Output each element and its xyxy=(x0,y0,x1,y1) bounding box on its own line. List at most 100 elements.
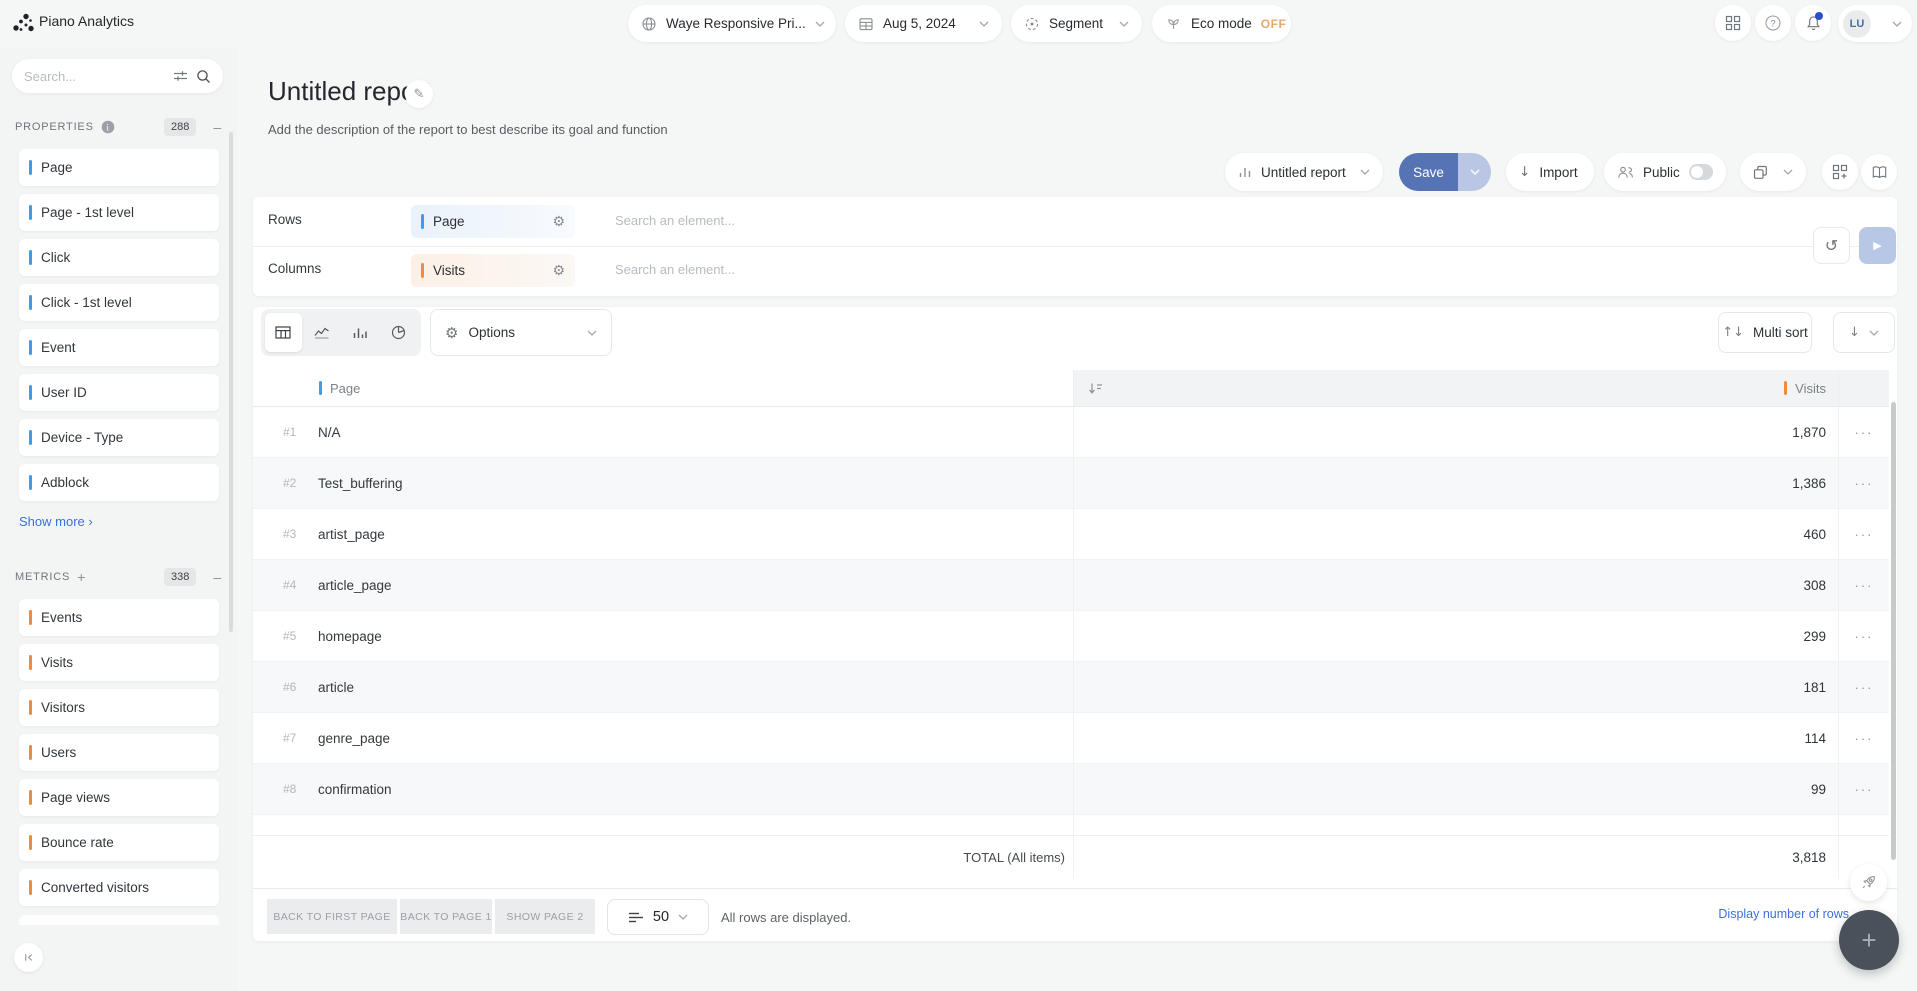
search-icon[interactable] xyxy=(196,69,211,84)
import-button[interactable]: ↓ Import xyxy=(1506,153,1594,191)
display-number-of-rows-link[interactable]: Display number of rows xyxy=(1718,907,1849,921)
pencil-icon: ✎ xyxy=(413,86,425,102)
collapse-sidebar-button[interactable] xyxy=(14,943,43,972)
add-metric-icon[interactable]: + xyxy=(77,569,86,585)
sidebar-item-visitors[interactable]: Visitors xyxy=(19,689,219,726)
pie-chart-view-tab[interactable] xyxy=(381,313,418,352)
piano-analytics-logo-icon[interactable] xyxy=(12,12,35,35)
sidebar-item-device-type[interactable]: Device - Type xyxy=(19,419,219,456)
rows-dimension-chip[interactable]: Page ⚙ xyxy=(411,205,575,238)
gear-icon[interactable]: ⚙ xyxy=(552,263,565,279)
table-row[interactable]: #1 N/A 1,870 ··· xyxy=(253,407,1889,458)
table-row[interactable]: #2 Test_buffering 1,386 ··· xyxy=(253,458,1889,509)
sidebar-scrollbar[interactable] xyxy=(229,132,233,632)
edit-title-button[interactable]: ✎ xyxy=(405,80,433,108)
row-actions-button[interactable]: ··· xyxy=(1838,560,1889,610)
copy-icon xyxy=(1753,165,1768,180)
public-toggle[interactable] xyxy=(1688,164,1713,180)
back-to-page-1-button[interactable]: BACK TO PAGE 1 xyxy=(400,899,492,934)
row-actions-button[interactable]: ··· xyxy=(1838,611,1889,661)
table-row[interactable]: #6 article 181 ··· xyxy=(253,662,1889,713)
date-range-selector[interactable]: Aug 5, 2024 xyxy=(845,5,1002,42)
add-report-fab[interactable]: + xyxy=(1839,910,1899,970)
row-actions-button[interactable]: ··· xyxy=(1838,458,1889,508)
sidebar-item-click[interactable]: Click xyxy=(19,239,219,276)
add-widget-button[interactable] xyxy=(1822,154,1858,190)
total-visits-value: 3,818 xyxy=(1073,836,1838,878)
library-button[interactable] xyxy=(1861,154,1897,190)
report-description[interactable]: Add the description of the report to bes… xyxy=(268,122,668,137)
sidebar-item-click-1st-level[interactable]: Click - 1st level xyxy=(19,284,219,321)
run-query-button[interactable]: ▶ xyxy=(1859,227,1896,264)
collapse-section-icon[interactable]: – xyxy=(213,569,222,585)
save-button[interactable]: Save xyxy=(1399,153,1458,191)
public-toggle-control[interactable]: Public xyxy=(1604,153,1726,191)
metric-accent-bar xyxy=(1784,381,1788,395)
sidebar-item-bounce-rate[interactable]: Bounce rate xyxy=(19,824,219,861)
column-header-page[interactable]: Page xyxy=(253,370,1073,406)
site-selector[interactable]: Waye Responsive Pri... xyxy=(628,5,836,42)
columns-metric-chip[interactable]: Visits ⚙ xyxy=(411,254,575,287)
apps-grid-button[interactable] xyxy=(1715,5,1751,41)
collapse-section-icon[interactable]: – xyxy=(213,119,222,135)
user-menu[interactable]: LU xyxy=(1838,5,1912,42)
rows-per-page-dropdown[interactable]: 50 xyxy=(607,899,709,935)
columns-search-input[interactable]: Search an element... xyxy=(615,262,735,277)
sidebar-item-converted-visitors[interactable]: Converted visitors xyxy=(19,869,219,906)
sidebar-item-user-id[interactable]: User ID xyxy=(19,374,219,411)
row-actions-button[interactable]: ··· xyxy=(1838,407,1889,457)
report-selector-dropdown[interactable]: Untitled report xyxy=(1225,153,1383,191)
sidebar-item-users[interactable]: Users xyxy=(19,734,219,771)
sidebar-item-adblock[interactable]: Adblock xyxy=(19,464,219,501)
sidebar-item-page[interactable]: Page xyxy=(19,149,219,186)
table-row[interactable]: #3 artist_page 460 ··· xyxy=(253,509,1889,560)
filter-sliders-icon[interactable] xyxy=(173,69,188,83)
chevron-down-icon xyxy=(1783,169,1793,175)
info-icon[interactable]: i xyxy=(101,120,115,134)
table-view-tab[interactable] xyxy=(265,313,302,352)
multi-sort-button[interactable]: ↑↓ Multi sort xyxy=(1718,312,1812,353)
undo-icon: ↺ xyxy=(1824,236,1839,255)
export-dropdown[interactable]: ↓ xyxy=(1833,312,1895,353)
line-chart-view-tab[interactable] xyxy=(304,313,341,352)
rows-search-input[interactable]: Search an element... xyxy=(615,213,735,228)
toggle-knob xyxy=(1690,166,1703,178)
sidebar-search-input[interactable]: Search... xyxy=(12,59,223,93)
notifications-button[interactable] xyxy=(1795,5,1831,41)
row-actions-button[interactable]: ··· xyxy=(1838,713,1889,763)
show-more-link[interactable]: Show more › xyxy=(19,514,93,529)
sidebar-item-event[interactable]: Event xyxy=(19,329,219,366)
sidebar-item-events[interactable]: Events xyxy=(19,599,219,636)
table-scrollbar[interactable] xyxy=(1891,402,1896,860)
sort-descending-icon[interactable] xyxy=(1088,382,1103,395)
row-page-label: Test_buffering xyxy=(318,475,403,491)
row-actions-button[interactable]: ··· xyxy=(1838,764,1889,814)
save-options-button[interactable] xyxy=(1458,153,1491,191)
duplicate-dropdown[interactable] xyxy=(1740,153,1806,191)
table-row[interactable]: #5 homepage 299 ··· xyxy=(253,611,1889,662)
row-actions-button[interactable]: ··· xyxy=(1838,662,1889,712)
show-page-2-button[interactable]: SHOW PAGE 2 xyxy=(495,899,595,934)
sidebar-item-page-1st-level[interactable]: Page - 1st level xyxy=(19,194,219,231)
reset-query-button[interactable]: ↺ xyxy=(1813,227,1850,264)
column-header-visits[interactable]: Visits xyxy=(1073,370,1838,406)
segment-selector[interactable]: Segment xyxy=(1011,5,1142,42)
divider xyxy=(253,246,1897,247)
back-to-first-page-button[interactable]: BACK TO FIRST PAGE xyxy=(267,899,397,934)
table-row[interactable]: #8 confirmation 99 ··· xyxy=(253,764,1889,815)
ellipsis-icon: ··· xyxy=(1854,730,1874,746)
sidebar-item-visits[interactable]: Visits xyxy=(19,644,219,681)
row-visits-value: 460 xyxy=(1803,526,1826,542)
gear-icon[interactable]: ⚙ xyxy=(552,214,565,230)
boost-button[interactable] xyxy=(1850,864,1887,901)
help-button[interactable]: ? xyxy=(1755,5,1791,41)
pie-chart-icon xyxy=(391,325,406,340)
sidebar-item-page-views[interactable]: Page views xyxy=(19,779,219,816)
bar-chart-view-tab[interactable] xyxy=(342,313,379,352)
metric-accent-bar xyxy=(29,610,32,625)
row-actions-button[interactable]: ··· xyxy=(1838,509,1889,559)
options-dropdown[interactable]: ⚙ Options xyxy=(430,309,612,356)
table-row[interactable]: #7 genre_page 114 ··· xyxy=(253,713,1889,764)
eco-mode-toggle[interactable]: Eco mode OFF xyxy=(1152,5,1291,42)
table-row[interactable]: #4 article_page 308 ··· xyxy=(253,560,1889,611)
